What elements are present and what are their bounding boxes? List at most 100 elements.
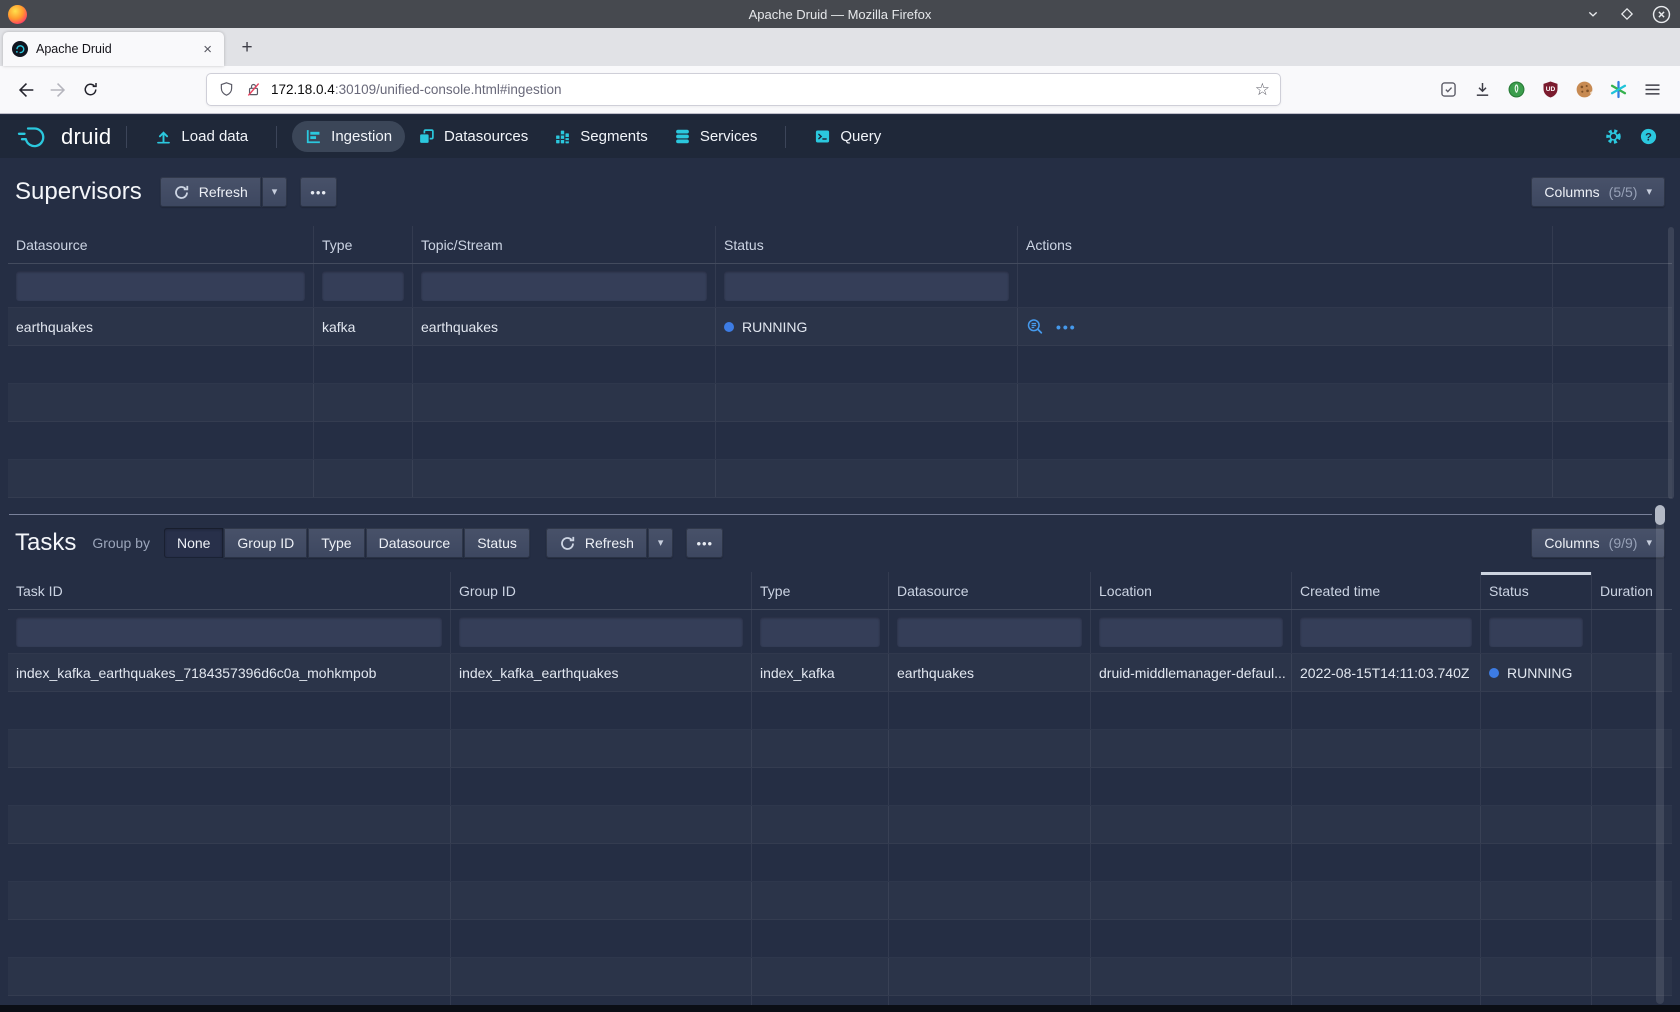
nav-item-ingestion[interactable]: Ingestion	[292, 121, 405, 152]
downloads-button[interactable]	[1466, 74, 1498, 106]
group-by-group-id-button[interactable]: Group ID	[224, 528, 307, 558]
arrow-right-icon	[47, 79, 69, 101]
nav-item-services[interactable]: Services	[661, 121, 771, 152]
group-by-datasource-button[interactable]: Datasource	[366, 528, 464, 558]
reload-button[interactable]	[74, 74, 106, 106]
supervisors-more-button[interactable]: •••	[300, 177, 337, 207]
url-bar[interactable]: 172.18.0.4:30109/unified-console.html#in…	[206, 73, 1281, 106]
task-row[interactable]: index_kafka_earthquakes_7184357396d6c0a_…	[8, 654, 1672, 692]
column-header[interactable]: Actions	[1018, 226, 1553, 263]
maximize-button[interactable]	[1614, 1, 1640, 27]
green-extension-icon[interactable]	[1500, 74, 1532, 106]
group-by-none-button[interactable]: None	[164, 528, 223, 558]
refresh-label: Refresh	[585, 535, 634, 551]
forward-button[interactable]	[42, 74, 74, 106]
empty-cell	[1481, 730, 1592, 767]
browser-tab[interactable]: Apache Druid ×	[3, 32, 224, 66]
nav-item-load-data[interactable]: Load data	[142, 121, 261, 152]
nav-item-datasources[interactable]: Datasources	[405, 121, 541, 152]
empty-cell	[716, 384, 1018, 421]
column-header[interactable]: Status	[716, 226, 1018, 263]
help-icon[interactable]: ?	[1639, 127, 1658, 146]
back-button[interactable]	[10, 74, 42, 106]
actions-cell: •••	[1018, 308, 1553, 345]
shield-check-extension-icon[interactable]	[1432, 74, 1464, 106]
table-empty-row	[8, 882, 1672, 920]
nav-item-segments[interactable]: Segments	[541, 121, 661, 152]
tasks-columns-button[interactable]: Columns (9/9) ▾	[1531, 528, 1665, 558]
datasource-filter-input[interactable]	[16, 271, 305, 301]
empty-cell	[8, 768, 451, 805]
close-button[interactable]	[1648, 1, 1674, 27]
column-header[interactable]: Location	[1091, 572, 1292, 609]
group-id-cell: index_kafka_earthquakes	[451, 654, 752, 691]
group-id-filter-input[interactable]	[459, 617, 743, 647]
empty-cell	[889, 882, 1091, 919]
task-id-filter-input[interactable]	[16, 617, 442, 647]
task-id-cell: index_kafka_earthquakes_7184357396d6c0a_…	[8, 654, 451, 691]
empty-cell	[8, 692, 451, 729]
type-filter-input[interactable]	[760, 617, 880, 647]
empty-cell	[1018, 346, 1553, 383]
column-header-filler	[1553, 226, 1672, 263]
status-filter-input[interactable]	[1489, 617, 1583, 647]
download-icon	[1472, 79, 1493, 100]
menu-button[interactable]	[1636, 74, 1668, 106]
tasks-more-button[interactable]: •••	[686, 528, 723, 558]
row-more-icon[interactable]: •••	[1056, 319, 1077, 335]
supervisors-refresh-caret-button[interactable]: ▾	[262, 177, 288, 207]
bookmark-star-icon[interactable]: ☆	[1255, 80, 1270, 100]
column-header[interactable]: Task ID	[8, 572, 451, 609]
shield-icon[interactable]	[217, 80, 236, 99]
tasks-scrollbar-track[interactable]	[1656, 506, 1664, 1004]
location-cell: druid-middlemanager-defaul...	[1091, 654, 1292, 691]
asterisk-extension-icon[interactable]	[1602, 74, 1634, 106]
tasks-refresh-caret-button[interactable]: ▾	[648, 528, 674, 558]
window-titlebar: Apache Druid — Mozilla Firefox	[0, 0, 1680, 28]
table-empty-row	[8, 844, 1672, 882]
nav-item-label: Load data	[181, 128, 248, 145]
topic-filter-input[interactable]	[421, 271, 707, 301]
empty-cell	[752, 844, 889, 881]
group-by-type-button[interactable]: Type	[308, 528, 364, 558]
insecure-lock-icon[interactable]	[244, 80, 263, 99]
cookie-extension-icon[interactable]	[1568, 74, 1600, 106]
window-title: Apache Druid — Mozilla Firefox	[0, 7, 1680, 22]
new-tab-button[interactable]: +	[232, 33, 262, 63]
supervisors-scrollbar-track[interactable]	[1668, 227, 1674, 499]
column-header[interactable]: Created time	[1292, 572, 1481, 609]
location-filter-input[interactable]	[1099, 617, 1283, 647]
tab-close-icon[interactable]: ×	[200, 41, 215, 58]
supervisors-columns-button[interactable]: Columns (5/5) ▾	[1531, 177, 1665, 207]
supervisor-row[interactable]: earthquakes kafka earthquakes RUNNING ••…	[8, 308, 1672, 346]
column-header[interactable]: Group ID	[451, 572, 752, 609]
settings-gear-icon[interactable]	[1604, 127, 1623, 146]
tasks-refresh-button[interactable]: Refresh	[546, 528, 647, 558]
column-header-sorted[interactable]: Status	[1481, 572, 1592, 609]
group-by-status-button[interactable]: Status	[464, 528, 530, 558]
inspect-icon[interactable]	[1026, 318, 1044, 336]
column-header[interactable]: Topic/Stream	[413, 226, 716, 263]
ublock-extension-icon[interactable]: UD	[1534, 74, 1566, 106]
empty-cell	[1553, 384, 1672, 421]
filler-cell	[1553, 308, 1672, 345]
empty-cell	[1091, 958, 1292, 995]
column-header[interactable]: Datasource	[889, 572, 1091, 609]
caret-down-icon: ▾	[658, 538, 664, 549]
datasource-filter-input[interactable]	[897, 617, 1082, 647]
minimize-button[interactable]	[1580, 1, 1606, 27]
type-filter-input[interactable]	[322, 271, 404, 301]
column-header[interactable]: Type	[752, 572, 889, 609]
druid-brand[interactable]: druid	[16, 124, 111, 150]
column-header[interactable]: Type	[314, 226, 413, 263]
nav-item-label: Query	[840, 128, 881, 145]
table-empty-row	[8, 384, 1672, 422]
created-time-filter-input[interactable]	[1300, 617, 1472, 647]
druid-favicon-icon	[12, 41, 28, 57]
nav-item-query[interactable]: Query	[801, 121, 894, 152]
tasks-scrollbar-thumb[interactable]	[1655, 505, 1665, 525]
supervisors-refresh-button[interactable]: Refresh	[160, 177, 261, 207]
status-filter-input[interactable]	[724, 271, 1009, 301]
empty-cell	[1091, 768, 1292, 805]
column-header[interactable]: Datasource	[8, 226, 314, 263]
